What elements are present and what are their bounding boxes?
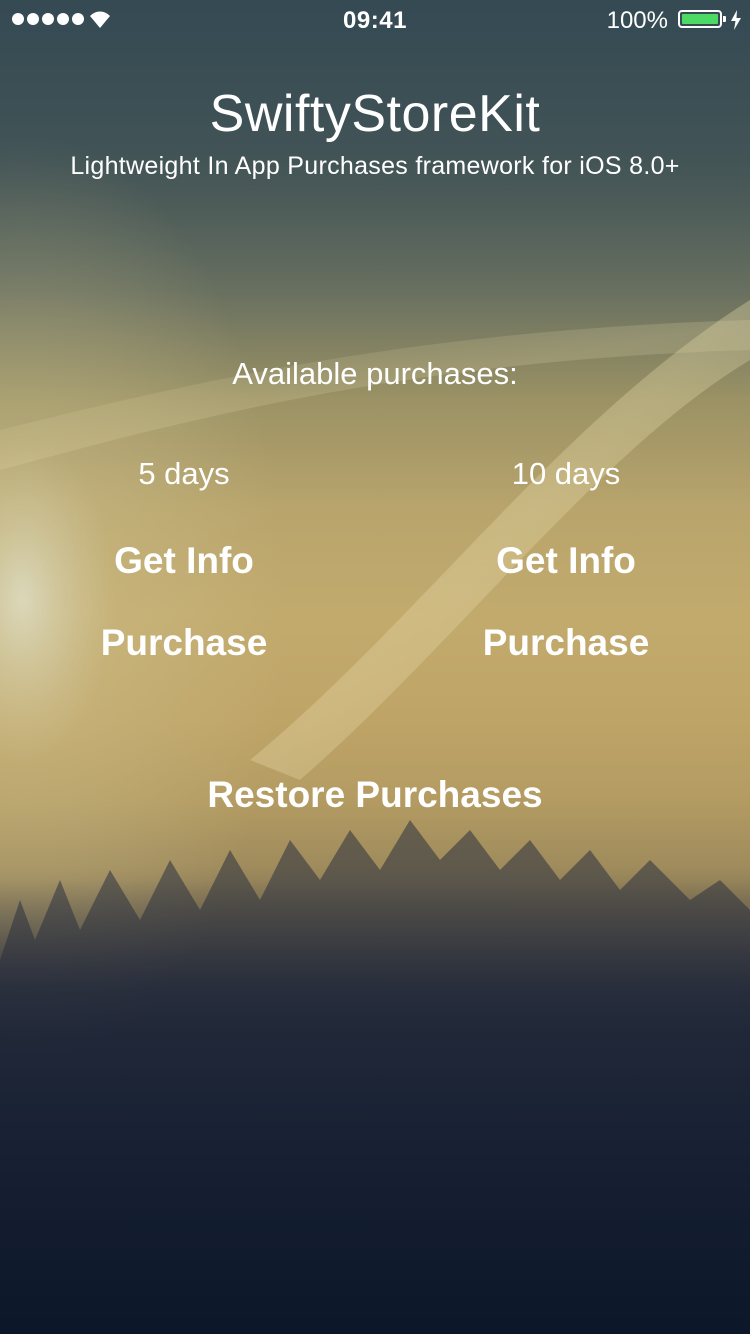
- product-name: 5 days: [138, 456, 230, 491]
- app-subtitle: Lightweight In App Purchases framework f…: [70, 152, 680, 180]
- battery-tip: [723, 16, 726, 22]
- battery-level-fill: [682, 14, 718, 24]
- restore-purchases-button[interactable]: Restore Purchases: [0, 774, 750, 816]
- get-info-button[interactable]: Get Info: [34, 540, 334, 582]
- purchase-button[interactable]: Purchase: [34, 622, 334, 664]
- charging-bolt-icon: [731, 10, 741, 30]
- battery-percentage: 100%: [606, 7, 668, 34]
- available-purchases-label: Available purchases:: [232, 356, 518, 391]
- app-screen: 09:41 100% SwiftyStoreKit Lightweight In…: [0, 0, 750, 1334]
- product-name: 10 days: [511, 456, 621, 491]
- battery-icon: [678, 10, 722, 28]
- purchase-button[interactable]: Purchase: [416, 622, 716, 664]
- status-bar: 09:41 100%: [0, 0, 750, 40]
- app-title: SwiftyStoreKit: [209, 85, 541, 143]
- sunset-background-image: [0, 0, 750, 1334]
- get-info-button[interactable]: Get Info: [416, 540, 716, 582]
